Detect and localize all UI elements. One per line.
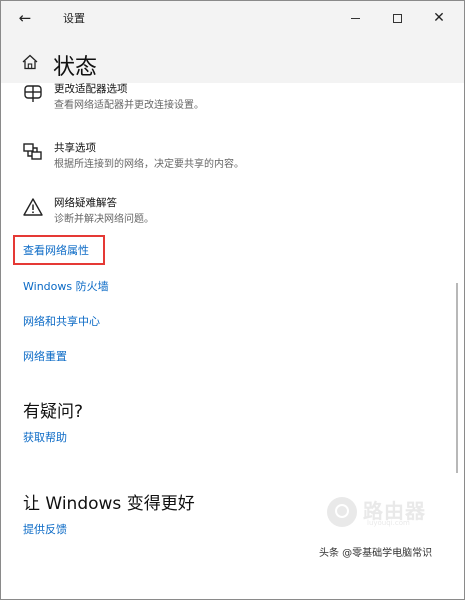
window-title: 设置: [63, 12, 85, 25]
page-header: 状态: [1, 35, 464, 83]
close-button[interactable]: ✕: [423, 6, 455, 30]
minimize-button[interactable]: [339, 6, 371, 30]
settings-window: ← 设置 ✕ 状态 更改适配器选项 查看网络适配器并更改连接设置。 共享选项 根…: [0, 0, 465, 600]
item-description: 诊断并解决网络问题。: [54, 214, 154, 225]
watermark-router-icon: [327, 497, 357, 527]
windows-firewall-link[interactable]: Windows 防火墙: [23, 278, 109, 294]
scrollbar[interactable]: [456, 283, 458, 473]
watermark-subtext: luyouqi.com: [367, 519, 410, 527]
sharing-icon: [23, 143, 42, 160]
item-description: 根据所连接到的网络，决定要共享的内容。: [54, 159, 244, 170]
maximize-button[interactable]: [381, 6, 413, 30]
title-bar: ← 设置 ✕: [1, 1, 464, 35]
item-title: 更改适配器选项: [54, 83, 128, 95]
view-network-properties-link[interactable]: 查看网络属性: [23, 242, 89, 258]
minimize-icon: [350, 17, 360, 19]
questions-heading: 有疑问?: [23, 402, 84, 422]
close-icon: ✕: [433, 10, 445, 26]
item-title: 共享选项: [54, 142, 96, 154]
home-icon[interactable]: [21, 53, 39, 71]
network-sharing-center-link[interactable]: 网络和共享中心: [23, 313, 100, 329]
back-button[interactable]: ←: [14, 8, 36, 28]
watermark-logo: 路由器 luyouqi.com: [327, 497, 451, 531]
feedback-link[interactable]: 提供反馈: [23, 521, 67, 537]
item-title: 网络疑难解答: [54, 197, 117, 209]
page-title: 状态: [53, 55, 98, 80]
improve-windows-heading: 让 Windows 变得更好: [23, 494, 195, 514]
item-description: 查看网络适配器并更改连接设置。: [54, 100, 204, 111]
watermark-credit: 头条 @零基础学电脑常识: [319, 548, 433, 559]
warning-icon: [23, 198, 43, 216]
network-reset-link[interactable]: 网络重置: [23, 348, 67, 364]
get-help-link[interactable]: 获取帮助: [23, 429, 67, 445]
network-adapter-icon: [24, 85, 42, 102]
maximize-icon: [392, 13, 402, 23]
